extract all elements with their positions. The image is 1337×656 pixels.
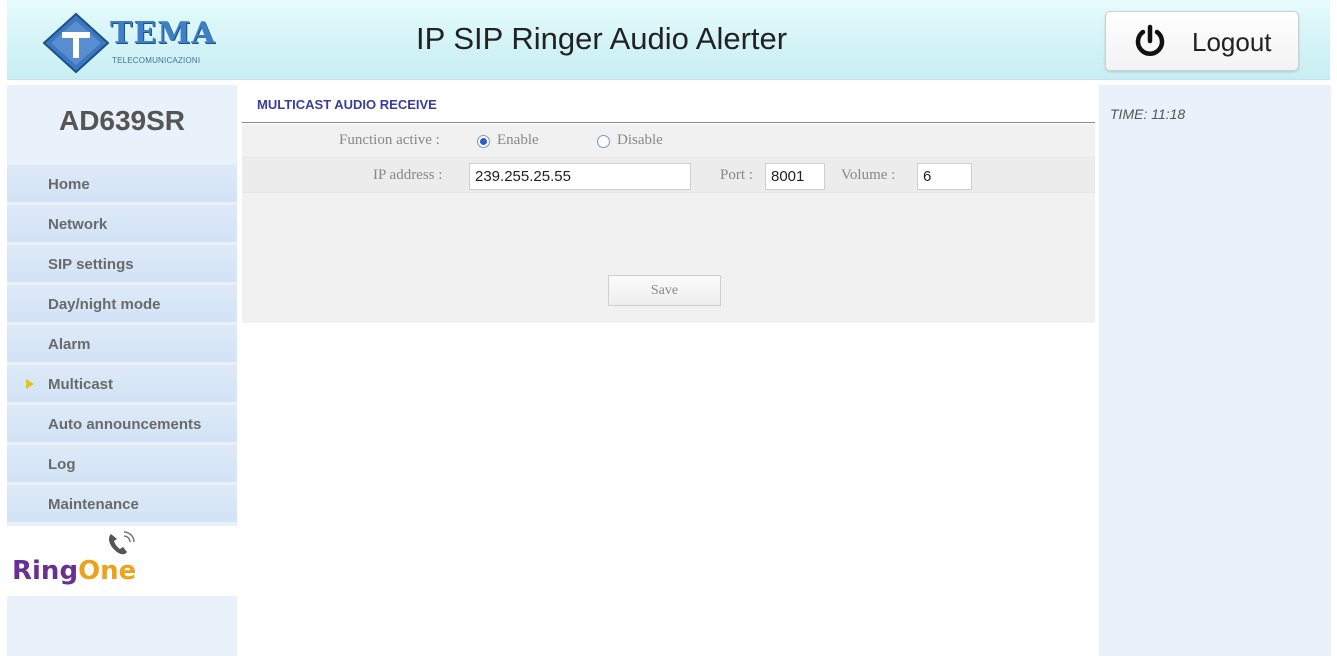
phone-signal-icon — [109, 531, 135, 555]
sidebar-item-label: Day/night mode — [48, 296, 161, 313]
function-active-label: Function active : — [339, 132, 440, 148]
logo-subtitle: TELECOMUNICAZIONI — [112, 56, 201, 65]
enable-label[interactable]: Enable — [497, 132, 539, 149]
save-button[interactable]: Save — [608, 275, 721, 306]
app-title: IP SIP Ringer Audio Alerter — [416, 21, 788, 56]
main-content: MULTICAST AUDIO RECEIVE Function active … — [242, 85, 1095, 656]
logo-word: TEMA — [110, 16, 216, 51]
sidebar-item-label: Multicast — [48, 376, 114, 393]
right-panel: TIME: 11:18 — [1099, 85, 1331, 656]
volume-label: Volume : — [841, 167, 896, 183]
sidebar-item-label: SIP settings — [48, 256, 134, 273]
power-icon — [1135, 24, 1165, 56]
sidebar-item-label: Auto announcements — [48, 416, 202, 433]
ringone-logo: RingOne — [7, 526, 237, 596]
sidebar-item-label: Maintenance — [48, 496, 139, 513]
sidebar-item-label: Network — [48, 216, 108, 233]
ip-address-label: IP address : — [373, 167, 443, 183]
sidebar-item-maintenance[interactable]: Maintenance — [7, 485, 237, 522]
logout-button[interactable]: Logout — [1105, 11, 1299, 71]
sidebar-item-auto-announcements[interactable]: Auto announcements — [7, 405, 237, 442]
triangle-arrow-icon — [26, 379, 34, 389]
logout-label: Logout — [1192, 27, 1272, 57]
sidebar-item-label: Home — [48, 176, 90, 193]
disable-label[interactable]: Disable — [617, 132, 663, 149]
sidebar-item-network[interactable]: Network — [7, 205, 237, 242]
port-input[interactable]: 8001 — [765, 163, 825, 190]
section-divider — [242, 122, 1095, 123]
volume-input[interactable]: 6 — [917, 163, 972, 190]
ip-address-row: IP address : 239.255.25.55 Port : 8001 V… — [242, 159, 1095, 193]
ringone-part2: One — [78, 556, 137, 586]
port-label: Port : — [720, 167, 753, 183]
tema-diamond-icon — [42, 12, 110, 74]
model-name: AD639SR — [58, 105, 186, 136]
ringone-part1: Ring — [12, 556, 79, 586]
sidebar-item-label: Log — [48, 456, 76, 473]
sidebar: AD639SR Home Network SIP settings Day/ni… — [7, 85, 237, 656]
tema-logo: TEMA TELECOMUNICAZIONI — [42, 12, 242, 74]
enable-radio[interactable] — [477, 135, 490, 148]
sidebar-item-label: Alarm — [48, 336, 91, 353]
sidebar-nav: Home Network SIP settings Day/night mode… — [7, 165, 237, 525]
sidebar-item-alarm[interactable]: Alarm — [7, 325, 237, 362]
disable-radio[interactable] — [597, 135, 610, 148]
ip-address-input[interactable]: 239.255.25.55 — [469, 163, 691, 190]
header: TEMA TELECOMUNICAZIONI IP SIP Ringer Aud… — [7, 0, 1330, 80]
sidebar-item-sip-settings[interactable]: SIP settings — [7, 245, 237, 282]
sidebar-item-day-night-mode[interactable]: Day/night mode — [7, 285, 237, 322]
sidebar-item-multicast[interactable]: Multicast — [7, 365, 237, 402]
function-active-row: Function active : Enable Disable — [242, 124, 1095, 158]
multicast-form: Function active : Enable Disable IP addr… — [242, 124, 1095, 323]
ringone-wordmark: RingOne — [12, 556, 136, 586]
sidebar-item-log[interactable]: Log — [7, 445, 237, 482]
section-title: MULTICAST AUDIO RECEIVE — [257, 97, 437, 112]
time-display: TIME: 11:18 — [1110, 106, 1186, 122]
sidebar-item-home[interactable]: Home — [7, 165, 237, 202]
